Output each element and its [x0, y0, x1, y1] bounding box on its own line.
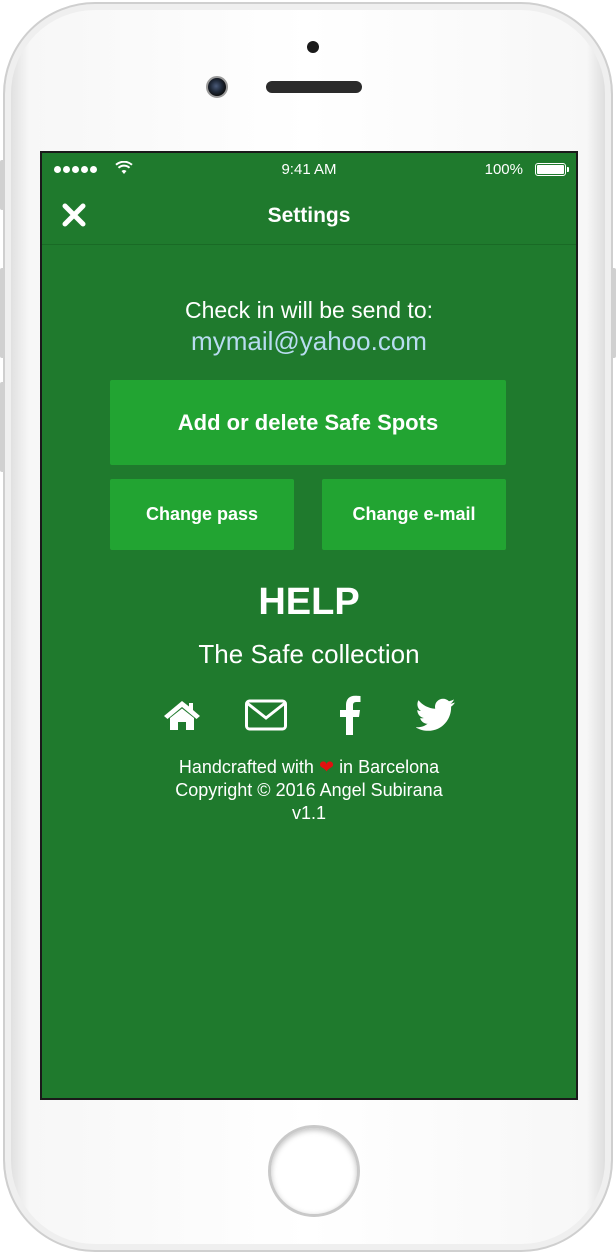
home-icon[interactable] — [160, 693, 204, 737]
home-button[interactable] — [268, 1125, 360, 1217]
checkin-email[interactable]: mymail@yahoo.com — [42, 326, 576, 357]
mute-switch — [0, 160, 5, 210]
power-button — [611, 268, 616, 358]
change-pass-button[interactable]: Change pass — [110, 479, 294, 550]
status-bar: 9:41 AM 100% — [42, 153, 576, 187]
proximity-sensor — [307, 41, 319, 53]
volume-up-button — [0, 268, 5, 358]
footer-handcrafted-pre: Handcrafted with — [178, 757, 314, 777]
volume-down-button — [0, 382, 5, 472]
battery-percent: 100% — [484, 161, 523, 178]
app-screen: 9:41 AM 100% Settings Check in will be s… — [40, 151, 578, 1100]
checkin-label: Check in will be send to: — [184, 297, 433, 323]
twitter-icon[interactable] — [414, 693, 458, 737]
mail-icon[interactable] — [244, 693, 288, 737]
page-title: Settings — [267, 204, 351, 227]
nav-bar: Settings — [42, 187, 576, 245]
footer-version: v1.1 — [291, 803, 327, 823]
footer-handcrafted: Handcrafted with ❤ in Barcelona — [42, 756, 576, 779]
battery-icon — [535, 163, 569, 176]
heart-icon: ❤ — [318, 757, 335, 777]
footer-copyright: Copyright © 2016 Angel Subirana — [175, 780, 443, 800]
safe-spots-button[interactable]: Add or delete Safe Spots — [110, 380, 506, 465]
safe-collection-link[interactable]: The Safe collection — [42, 639, 576, 670]
earpiece-speaker — [266, 81, 362, 93]
help-title[interactable]: HELP — [42, 581, 576, 624]
change-email-button[interactable]: Change e-mail — [322, 479, 506, 550]
front-camera — [206, 76, 228, 98]
facebook-icon[interactable] — [328, 693, 372, 737]
footer-handcrafted-post: in Barcelona — [339, 757, 440, 777]
